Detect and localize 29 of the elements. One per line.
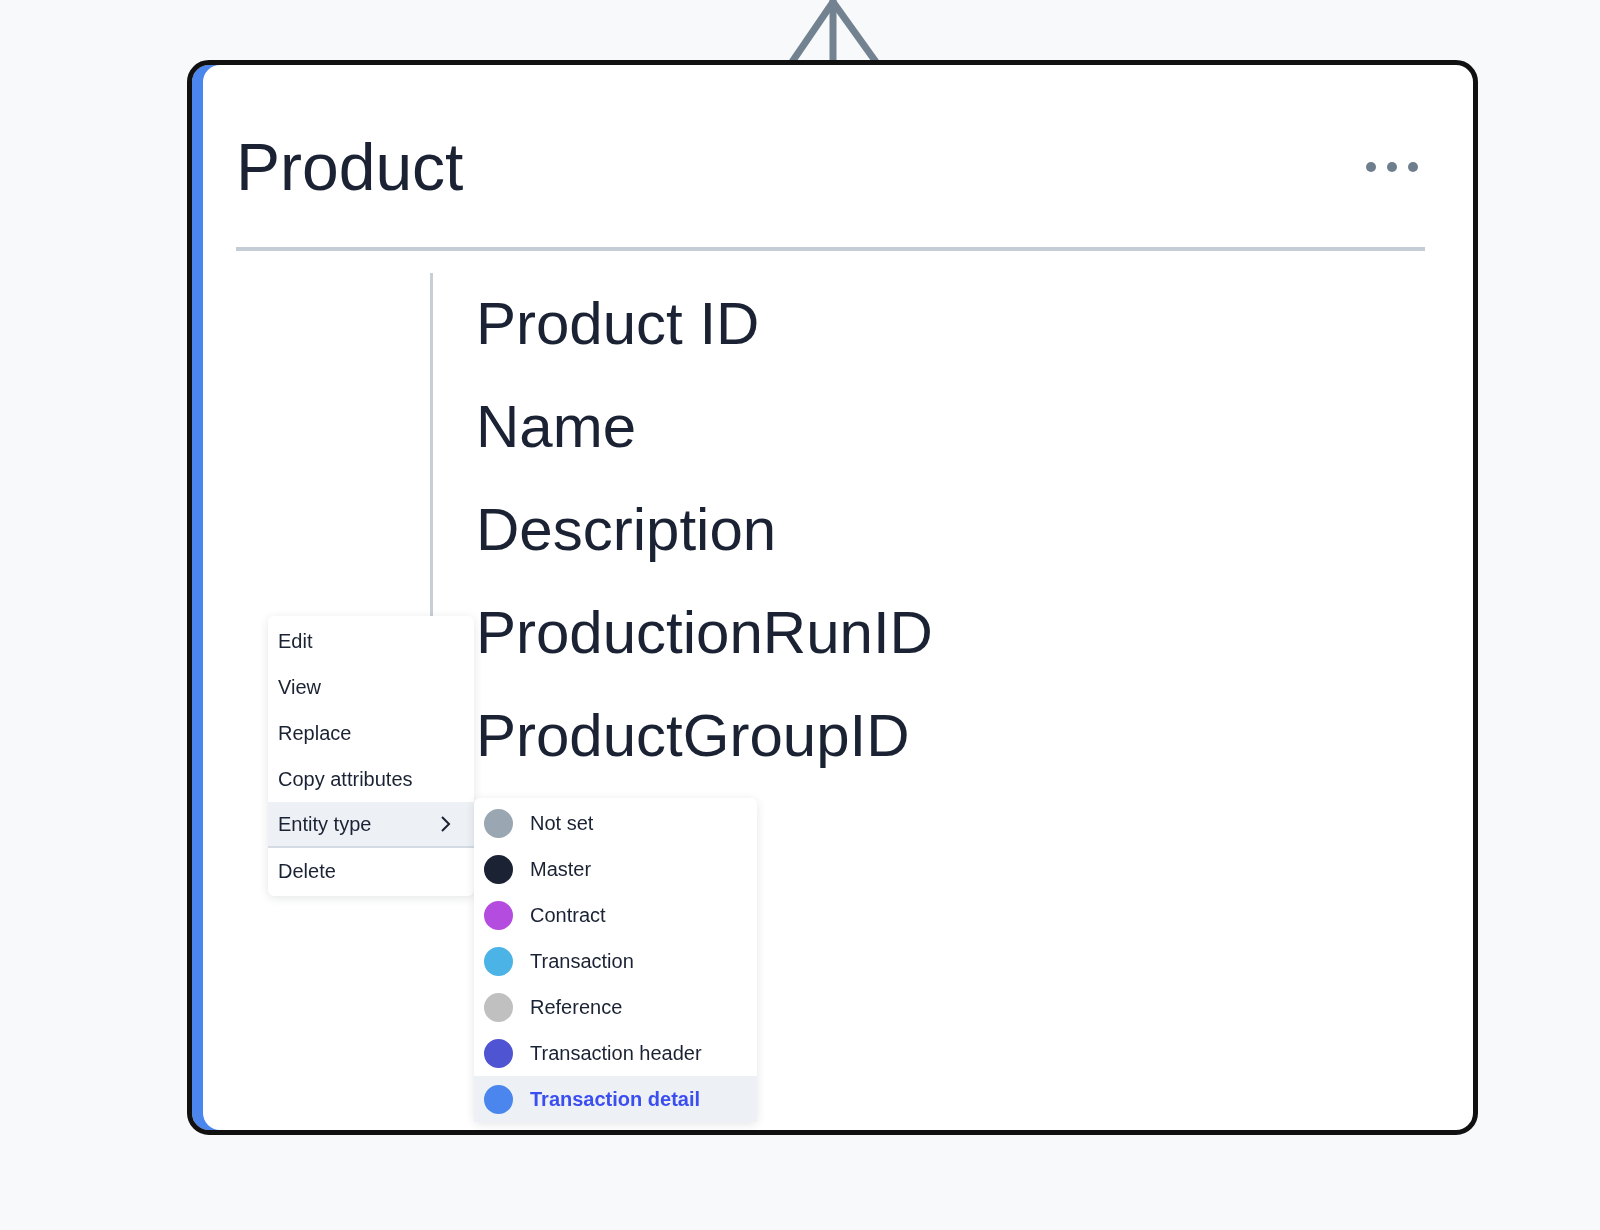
option-label: Transaction detail	[530, 1087, 701, 1111]
attribute-name: ProductionRunID	[476, 598, 933, 668]
attribute-name: ProductGroupID	[476, 701, 911, 771]
entity-type-option[interactable]: Contract	[474, 892, 757, 938]
option-label: Transaction	[530, 949, 634, 973]
option-label: Master	[530, 857, 592, 881]
option-label: Reference	[530, 995, 623, 1019]
entity-type-option[interactable]: Transaction header	[474, 1030, 757, 1076]
option-label: Not set	[530, 811, 594, 835]
more-options-icon[interactable]	[1365, 160, 1419, 174]
attribute-name: Description	[476, 495, 778, 565]
entity-type-option[interactable]: Not set	[474, 800, 757, 846]
option-label: Contract	[530, 903, 606, 927]
menu-item[interactable]: Edit	[268, 618, 474, 664]
entity-type-option[interactable]: Master	[474, 846, 757, 892]
submenu-item[interactable]: Entity type	[268, 802, 474, 848]
entity-type-option[interactable]: Transaction detail	[474, 1076, 757, 1122]
entity-type-option[interactable]: Transaction	[474, 938, 757, 984]
attribute-name: Product ID	[476, 289, 761, 359]
menu-item[interactable]: Copy attributes	[268, 756, 474, 802]
chevron-right-icon	[440, 815, 452, 833]
attribute-name: Name	[476, 392, 638, 462]
menu-item[interactable]: Delete	[268, 848, 474, 894]
menu-item[interactable]: View	[268, 664, 474, 710]
option-label: Transaction header	[530, 1041, 702, 1065]
entity-title: Product	[236, 134, 464, 200]
entity-type-option[interactable]: Reference	[474, 984, 757, 1030]
menu-item-label: Entity type	[278, 812, 372, 836]
menu-item[interactable]: Replace	[268, 710, 474, 756]
